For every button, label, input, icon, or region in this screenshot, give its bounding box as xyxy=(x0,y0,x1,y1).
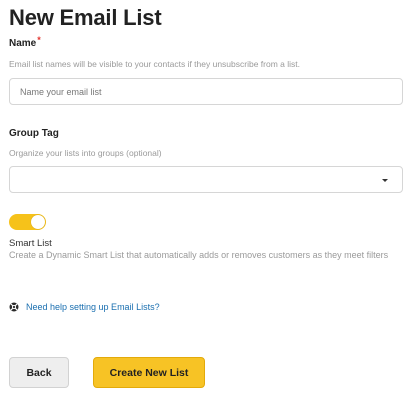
name-label-text: Name xyxy=(9,38,37,49)
name-label: Name* xyxy=(9,35,41,49)
create-new-list-button[interactable]: Create New List xyxy=(93,357,205,388)
smart-list-help-text: Create a Dynamic Smart List that automat… xyxy=(9,250,389,260)
caret-down-icon xyxy=(382,179,388,182)
name-help-text: Email list names will be visible to your… xyxy=(9,59,301,69)
required-marker: * xyxy=(37,35,41,45)
group-tag-select[interactable] xyxy=(9,166,403,193)
help-setup-link[interactable]: Need help setting up Email Lists? xyxy=(26,302,160,312)
group-tag-help-text: Organize your lists into groups (optiona… xyxy=(9,148,162,158)
new-email-list-page: New Email List Name* Email list names wi… xyxy=(0,0,409,400)
name-input[interactable] xyxy=(9,78,403,105)
smart-list-label: Smart List xyxy=(9,238,52,249)
back-button[interactable]: Back xyxy=(9,357,69,388)
lifebuoy-icon xyxy=(9,302,19,312)
help-link-row: Need help setting up Email Lists? xyxy=(9,302,160,312)
toggle-knob xyxy=(31,215,45,229)
smart-list-toggle[interactable] xyxy=(9,214,46,230)
page-title: New Email List xyxy=(9,5,162,30)
group-tag-label: Group Tag xyxy=(9,128,59,139)
